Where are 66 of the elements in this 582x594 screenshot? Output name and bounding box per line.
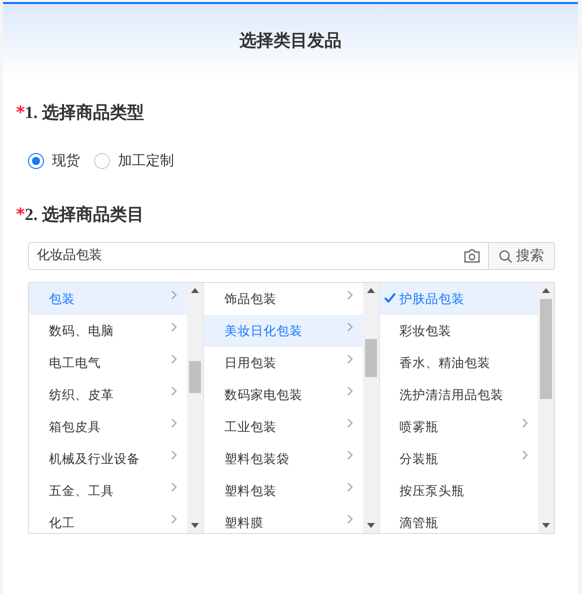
category-item[interactable]: 机械及行业设备 [29,443,188,475]
category-item[interactable]: 分装瓶 [380,443,538,475]
category-item[interactable]: 护肤品包装 [380,283,538,315]
category-item[interactable]: 塑料包装 [204,475,363,507]
scroll-up-arrow-icon[interactable] [542,288,550,293]
category-item[interactable]: 塑料膜 [204,507,363,533]
category-item[interactable]: 数码、电脑 [29,315,188,347]
chevron-right-icon [346,290,353,300]
chevron-right-icon [171,290,178,300]
scroll-down-arrow-icon[interactable] [542,523,550,528]
scrollbar[interactable] [538,283,554,533]
category-item[interactable]: 按压泵头瓶 [380,475,538,507]
scroll-up-arrow-icon[interactable] [191,288,200,293]
category-item[interactable]: 数码家电包装 [204,379,363,411]
chevron-right-icon [522,450,528,460]
check-icon [384,292,396,304]
scrollbar[interactable] [187,283,204,533]
category-item[interactable]: 喷雾瓶 [380,411,538,443]
chevron-right-icon [171,418,178,428]
category-item[interactable]: 洗护清洁用品包装 [380,379,538,411]
radio-option[interactable]: 加工定制 [94,150,174,172]
section-heading: 1. 选择商品类型 [24,102,144,124]
category-item[interactable]: 日用包装 [204,347,363,379]
category-item[interactable]: 五金、工具 [29,475,188,507]
chevron-right-icon [522,418,528,428]
category-item[interactable]: 电工电气 [29,347,188,379]
chevron-right-icon [346,514,353,524]
category-item[interactable]: 塑料包装袋 [204,443,363,475]
category-item[interactable]: 工业包装 [204,411,363,443]
required-mark: * [16,204,25,226]
chevron-right-icon [346,354,353,364]
dialog-title: 选择类目发品 [240,30,342,52]
chevron-right-icon [171,322,178,332]
section-heading: 2. 选择商品类目 [24,204,144,226]
chevron-right-icon [171,482,178,492]
category-item[interactable]: 彩妆包装 [380,315,538,347]
category-item[interactable]: 纺织、皮革 [29,379,188,411]
chevron-right-icon [346,322,353,332]
chevron-right-icon [171,514,178,524]
category-item[interactable]: 香水、精油包装 [380,347,538,379]
scroll-down-arrow-icon[interactable] [191,523,200,528]
search-icon [499,250,512,262]
search-field[interactable]: 化妆品包装 [28,242,489,270]
scroll-down-arrow-icon[interactable] [366,523,375,528]
category-item[interactable]: 饰品包装 [204,283,363,315]
scrollbar[interactable] [362,283,379,533]
chevron-right-icon [346,418,353,428]
category-item[interactable]: 美妆日化包装 [204,315,363,347]
scrollbar-thumb[interactable] [540,299,552,399]
category-item[interactable]: 箱包皮具 [29,411,188,443]
category-item[interactable]: 滴管瓶 [380,507,538,533]
chevron-right-icon [346,386,353,396]
scroll-up-arrow-icon[interactable] [366,288,375,293]
chevron-right-icon [171,354,178,364]
category-item[interactable]: 化工 [29,507,188,533]
camera-icon[interactable] [464,249,480,263]
scrollbar-thumb[interactable] [364,339,377,377]
chevron-right-icon [346,482,353,492]
scrollbar-thumb[interactable] [189,361,202,393]
chevron-right-icon [171,450,178,460]
required-mark: * [16,102,25,125]
chevron-right-icon [346,450,353,460]
chevron-right-icon [171,386,178,396]
search-button[interactable]: 搜索 [489,242,555,270]
radio-option[interactable]: 现货 [28,150,80,172]
category-item[interactable]: 包装 [29,283,188,315]
